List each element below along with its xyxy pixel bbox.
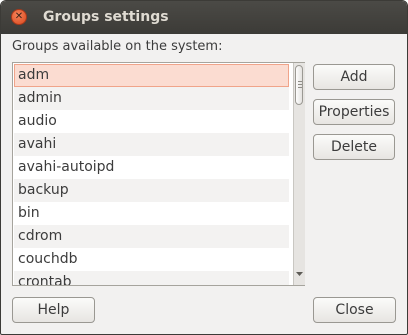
- groups-settings-window: ✕ Groups settings Groups available on th…: [0, 0, 408, 335]
- add-group-button[interactable]: Add: [313, 64, 395, 90]
- delete-group-button[interactable]: Delete: [313, 134, 395, 160]
- groups-list-scrollbar[interactable]: [293, 63, 305, 285]
- groups-list-label: Groups available on the system:: [12, 39, 223, 54]
- group-list-item[interactable]: adm: [14, 64, 289, 87]
- title-bar[interactable]: ✕ Groups settings: [1, 1, 407, 34]
- group-list-item[interactable]: couchdb: [14, 248, 289, 271]
- groups-list[interactable]: adm admin audio avahi avahi-autoipd backup bin…: [12, 62, 305, 286]
- help-button[interactable]: Help: [12, 297, 95, 323]
- window-close-button[interactable]: ✕: [11, 9, 27, 25]
- group-list-item[interactable]: bin: [14, 202, 289, 225]
- group-list-item[interactable]: cdrom: [14, 225, 289, 248]
- group-list-item[interactable]: admin: [14, 87, 289, 110]
- window-title: Groups settings: [43, 9, 169, 25]
- thumb-grip-line: [298, 87, 302, 88]
- group-list-item[interactable]: crontab: [14, 271, 289, 285]
- scroll-down-arrow-icon[interactable]: [295, 269, 304, 279]
- scrollbar-thumb[interactable]: [295, 65, 303, 105]
- group-list-item[interactable]: audio: [14, 110, 289, 133]
- group-list-item[interactable]: backup: [14, 179, 289, 202]
- close-icon: ✕: [14, 11, 24, 22]
- thumb-grip-line: [298, 81, 302, 82]
- group-properties-button[interactable]: Properties: [313, 99, 395, 125]
- group-list-item[interactable]: avahi: [14, 133, 289, 156]
- thumb-grip-line: [298, 84, 302, 85]
- group-list-item[interactable]: avahi-autoipd: [14, 156, 289, 179]
- close-button[interactable]: Close: [313, 297, 396, 323]
